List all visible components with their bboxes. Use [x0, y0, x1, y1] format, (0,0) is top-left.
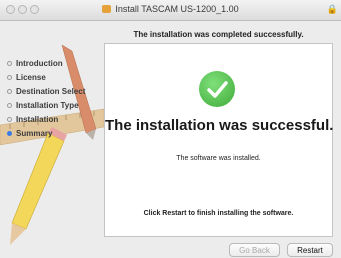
- sidebar-item-label: Introduction: [16, 59, 63, 68]
- status-message: The installation was completed successfu…: [133, 30, 304, 39]
- sidebar-item-summary: Summary: [7, 129, 52, 138]
- success-subtext: The software was installed.: [176, 155, 261, 162]
- content-panel: The installation was successful. The sof…: [104, 43, 333, 237]
- go-back-button[interactable]: Go Back: [229, 243, 280, 257]
- step-bullet-icon: [7, 117, 12, 122]
- window-title-wrap: Install TASCAM US-1200_1.00: [0, 4, 341, 14]
- step-bullet-icon: [7, 131, 12, 136]
- restart-hint: Click Restart to finish installing the s…: [143, 210, 294, 217]
- sidebar-item-label: Summary: [16, 129, 53, 138]
- sidebar-item-destination-select: Destination Select: [7, 87, 85, 96]
- pencil-shape: [11, 132, 65, 230]
- sidebar-item-label: License: [16, 73, 46, 82]
- checkmark-circle-icon: [199, 71, 235, 107]
- title-bar: Install TASCAM US-1200_1.00 🔒: [0, 0, 341, 21]
- sidebar-item-label: Destination Select: [16, 87, 86, 96]
- step-bullet-icon: [7, 75, 12, 80]
- restart-button[interactable]: Restart: [287, 243, 333, 257]
- sidebar-item-introduction: Introduction: [7, 59, 63, 68]
- sidebar-item-installation-type: Installation Type: [7, 101, 79, 110]
- step-bullet-icon: [7, 61, 12, 66]
- sidebar-item-label: Installation: [16, 115, 59, 124]
- lock-icon: 🔒: [326, 4, 338, 14]
- sidebar-item-license: License: [7, 73, 46, 82]
- sidebar: Introduction License Destination Select …: [0, 45, 104, 258]
- package-icon: [102, 5, 112, 13]
- step-bullet-icon: [7, 103, 12, 108]
- success-headline: The installation was successful.: [105, 117, 334, 134]
- sidebar-item-label: Installation Type: [16, 101, 79, 110]
- window-title: Install TASCAM US-1200_1.00: [115, 4, 239, 14]
- step-bullet-icon: [7, 89, 12, 94]
- sidebar-item-installation: Installation: [7, 115, 58, 124]
